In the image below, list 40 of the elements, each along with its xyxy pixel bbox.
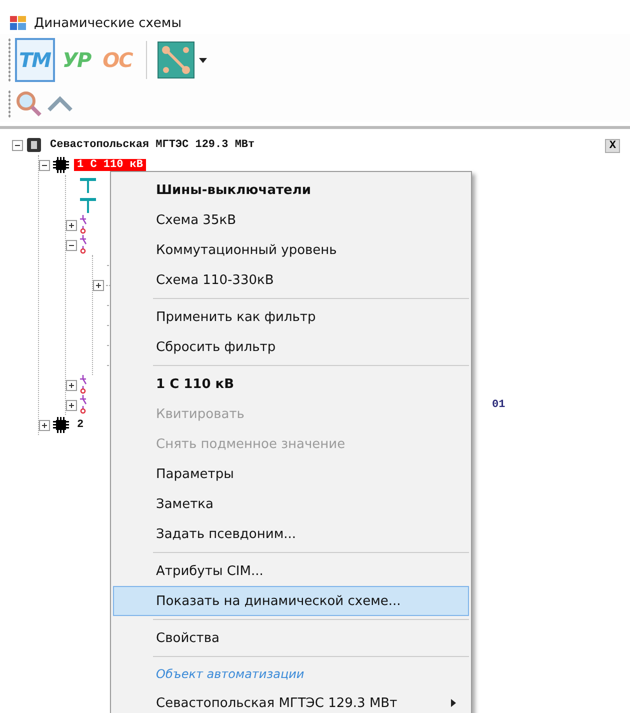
expand-button[interactable] <box>66 220 77 230</box>
menu-item[interactable]: Схема 110-330кВ <box>113 265 469 295</box>
menu-item[interactable]: Свойства <box>113 623 469 653</box>
tree-node-label[interactable]: 01 <box>489 399 508 411</box>
app-icon <box>10 16 26 30</box>
menu-item[interactable]: 1 С 110 кВ <box>113 369 469 399</box>
chevron-up-button[interactable] <box>47 94 73 114</box>
menu-item[interactable]: Сбросить фильтр <box>113 332 469 362</box>
tree-node-label[interactable]: 2 <box>74 419 87 431</box>
submenu-arrow-icon <box>451 699 456 707</box>
station-icon <box>25 136 43 154</box>
expand-button[interactable] <box>66 400 77 410</box>
menu-item[interactable]: Атрибуты CIM... <box>113 556 469 586</box>
menu-item[interactable]: Задать псевдоним... <box>113 519 469 549</box>
menu-item[interactable]: Коммутационный уровень <box>113 235 469 265</box>
menu-item[interactable]: Шины-выключатели <box>113 175 469 205</box>
chip-icon <box>52 416 70 434</box>
expand-button[interactable] <box>66 380 77 390</box>
collapse-button[interactable] <box>66 240 77 250</box>
collapse-button[interactable] <box>12 140 23 150</box>
tree-node-label[interactable]: 1 С 110 кВ <box>74 159 146 171</box>
menu-caption: Объект автоматизации <box>155 666 306 683</box>
menu-item[interactable]: Показать на динамической схеме... <box>113 586 469 616</box>
expand-button[interactable] <box>93 280 104 290</box>
dropdown-button[interactable] <box>199 58 208 62</box>
bus-icon <box>80 176 96 194</box>
tree-node-label[interactable]: Севастопольская МГТЭС 129.3 МВт <box>47 139 258 151</box>
menu-item[interactable]: Севастопольская МГТЭС 129.3 МВт <box>113 688 469 713</box>
menu-item[interactable]: Заметка <box>113 489 469 519</box>
scheme-button[interactable] <box>157 41 196 79</box>
collapse-button[interactable] <box>39 160 50 170</box>
search-button[interactable] <box>15 90 43 118</box>
chip-icon <box>52 156 70 174</box>
close-button[interactable]: X <box>605 139 620 153</box>
menu-item[interactable]: Схема 35кВ <box>113 205 469 235</box>
expand-button[interactable] <box>39 420 50 430</box>
window-title: Динамические схемы <box>34 16 182 30</box>
menu-item[interactable]: Параметры <box>113 459 469 489</box>
bus-icon <box>80 196 96 214</box>
menu-item[interactable]: Применить как фильтр <box>113 302 469 332</box>
